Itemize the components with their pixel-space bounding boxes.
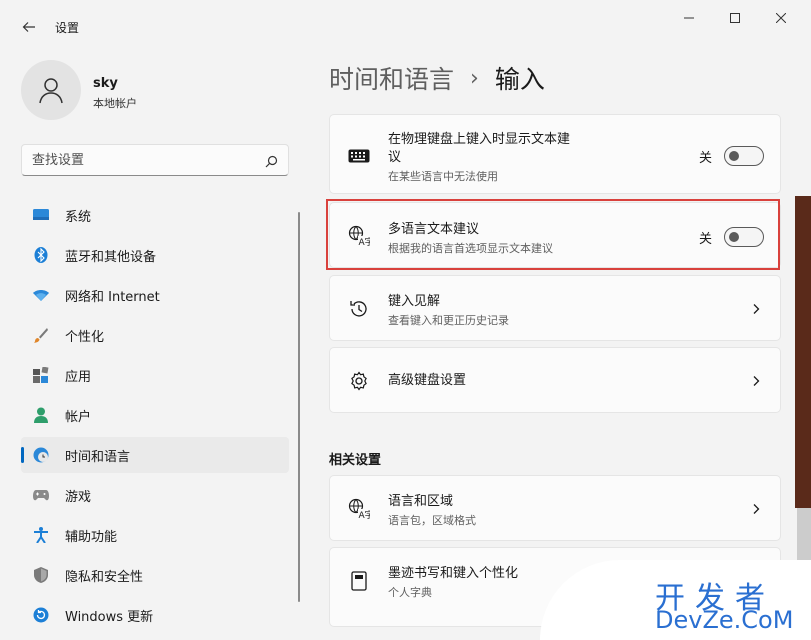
card-subtitle: 查看键入和更正历史记录 <box>388 314 509 327</box>
physical-keyboard-suggestions-card: 在物理键盘上键入时显示文本建 议 在某些语言中无法使用 关 <box>329 114 781 194</box>
history-icon <box>348 298 370 320</box>
search-icon[interactable] <box>265 153 278 172</box>
sidebar-item-label: 游戏 <box>65 489 92 505</box>
gamepad-icon <box>33 487 49 503</box>
sidebar-item-label: 蓝牙和其他设备 <box>65 249 157 265</box>
card-title: 高级键盘设置 <box>388 373 467 388</box>
chevron-right-icon <box>753 376 760 386</box>
sidebar-item-windows-update[interactable]: Windows 更新 <box>21 597 289 633</box>
minimize-button[interactable] <box>666 0 712 36</box>
user-name: sky <box>93 76 118 91</box>
card-title-line1: 在物理键盘上键入时显示文本建 <box>388 132 571 147</box>
advanced-keyboard-card[interactable]: 高级键盘设置 <box>329 347 781 413</box>
search-box <box>21 144 289 176</box>
card-subtitle: 在某些语言中无法使用 <box>388 170 498 183</box>
shield-icon <box>33 567 49 583</box>
physical-keyboard-toggle-group: 关 <box>699 146 764 166</box>
related-settings-heading: 相关设置 <box>329 453 382 468</box>
card-title: 键入见解 <box>388 294 441 309</box>
language-region-card[interactable]: A字 语言和区域 语言包，区域格式 <box>329 475 781 541</box>
breadcrumb-parent[interactable]: 时间和语言 <box>329 60 454 96</box>
avatar[interactable] <box>21 60 81 120</box>
sidebar-item-bluetooth[interactable]: 蓝牙和其他设备 <box>21 237 289 273</box>
card-title-line2: 议 <box>388 150 402 165</box>
keyboard-icon <box>348 145 370 167</box>
sidebar-nav: 系统 蓝牙和其他设备 网络和 Internet 个性化 应用 帐户 时间和语言 … <box>21 197 289 637</box>
chevron-right-icon: › <box>470 65 479 91</box>
card-title: 墨迹书写和键入个性化 <box>388 566 519 581</box>
sidebar-item-label: 网络和 Internet <box>65 289 160 305</box>
toggle-state-label: 关 <box>698 150 712 166</box>
physical-keyboard-toggle[interactable] <box>724 146 764 166</box>
sidebar-item-system[interactable]: 系统 <box>21 197 289 233</box>
bluetooth-icon <box>33 247 49 263</box>
sidebar-item-label: 帐户 <box>65 409 92 425</box>
person-icon <box>33 407 49 423</box>
apps-icon <box>33 367 49 383</box>
svg-text:A字: A字 <box>359 509 371 520</box>
highlight-box <box>326 199 780 270</box>
chevron-right-icon <box>753 504 760 514</box>
person-icon <box>39 78 63 104</box>
close-icon <box>776 13 786 23</box>
sidebar-item-personalization[interactable]: 个性化 <box>21 317 289 353</box>
typing-insights-card[interactable]: 键入见解 查看键入和更正历史记录 <box>329 275 781 341</box>
arrow-left-icon <box>22 22 35 32</box>
gear-icon <box>348 370 370 392</box>
update-icon <box>33 607 49 623</box>
sidebar-item-time-language[interactable]: 时间和语言 <box>21 437 289 473</box>
maximize-icon <box>730 13 740 23</box>
sidebar-item-label: 系统 <box>65 209 92 225</box>
monitor-icon <box>33 207 49 223</box>
sidebar-item-accounts[interactable]: 帐户 <box>21 397 289 433</box>
dictionary-icon <box>348 570 370 592</box>
sidebar-item-label: 辅助功能 <box>65 529 118 545</box>
page-title: 输入 <box>494 65 545 94</box>
brush-icon <box>33 327 49 343</box>
sidebar-scrollbar[interactable] <box>298 212 300 602</box>
maximize-button[interactable] <box>712 0 758 36</box>
sidebar-item-label: 个性化 <box>65 329 105 345</box>
sidebar-item-privacy[interactable]: 隐私和安全性 <box>21 557 289 593</box>
card-title: 语言和区域 <box>388 494 454 509</box>
app-title: 设置 <box>55 21 80 35</box>
close-button[interactable] <box>758 0 804 36</box>
sidebar-item-label: 应用 <box>65 369 92 385</box>
sidebar-item-gaming[interactable]: 游戏 <box>21 477 289 513</box>
sidebar-item-label: Windows 更新 <box>65 609 154 625</box>
wifi-icon <box>33 287 49 303</box>
sidebar-item-network[interactable]: 网络和 Internet <box>21 277 289 313</box>
card-subtitle: 语言包，区域格式 <box>388 514 476 527</box>
chevron-right-icon <box>753 304 760 314</box>
accessibility-icon <box>33 527 49 543</box>
card-subtitle: 个人字典 <box>388 586 432 599</box>
title-bar: 设置 <box>0 0 811 48</box>
breadcrumb: 时间和语言 › 输入 <box>329 60 545 96</box>
back-button[interactable] <box>12 12 46 42</box>
sidebar-item-apps[interactable]: 应用 <box>21 357 289 393</box>
globe-clock-icon <box>33 447 49 463</box>
language-icon: A字 <box>348 498 370 520</box>
search-input[interactable] <box>22 145 252 175</box>
sidebar-item-accessibility[interactable]: 辅助功能 <box>21 517 289 553</box>
sidebar-item-label: 隐私和安全性 <box>65 569 144 585</box>
account-type: 本地帐户 <box>93 97 137 110</box>
sidebar-item-label: 时间和语言 <box>65 449 131 465</box>
watermark-site-text: DevZe.CoM <box>655 606 794 634</box>
minimize-icon <box>684 17 694 19</box>
background-strip <box>795 196 811 508</box>
